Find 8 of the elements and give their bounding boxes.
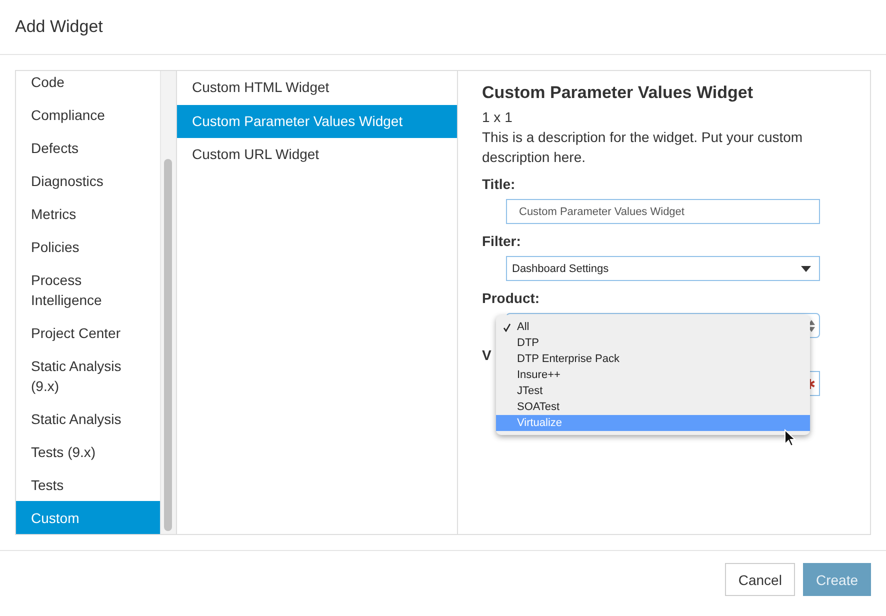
field-label: Title:: [482, 176, 516, 192]
widget-size: 1 x 1: [482, 108, 514, 127]
field-label: V: [482, 347, 492, 363]
field-label: Product:: [482, 290, 540, 306]
widget-description: This is a description for the widget. Put your custom description here.: [482, 128, 804, 167]
widget-name: Custom Parameter Values Widget: [482, 83, 754, 103]
dialog-title: Add Widget: [15, 17, 103, 37]
field-label: Filter:: [482, 233, 521, 249]
